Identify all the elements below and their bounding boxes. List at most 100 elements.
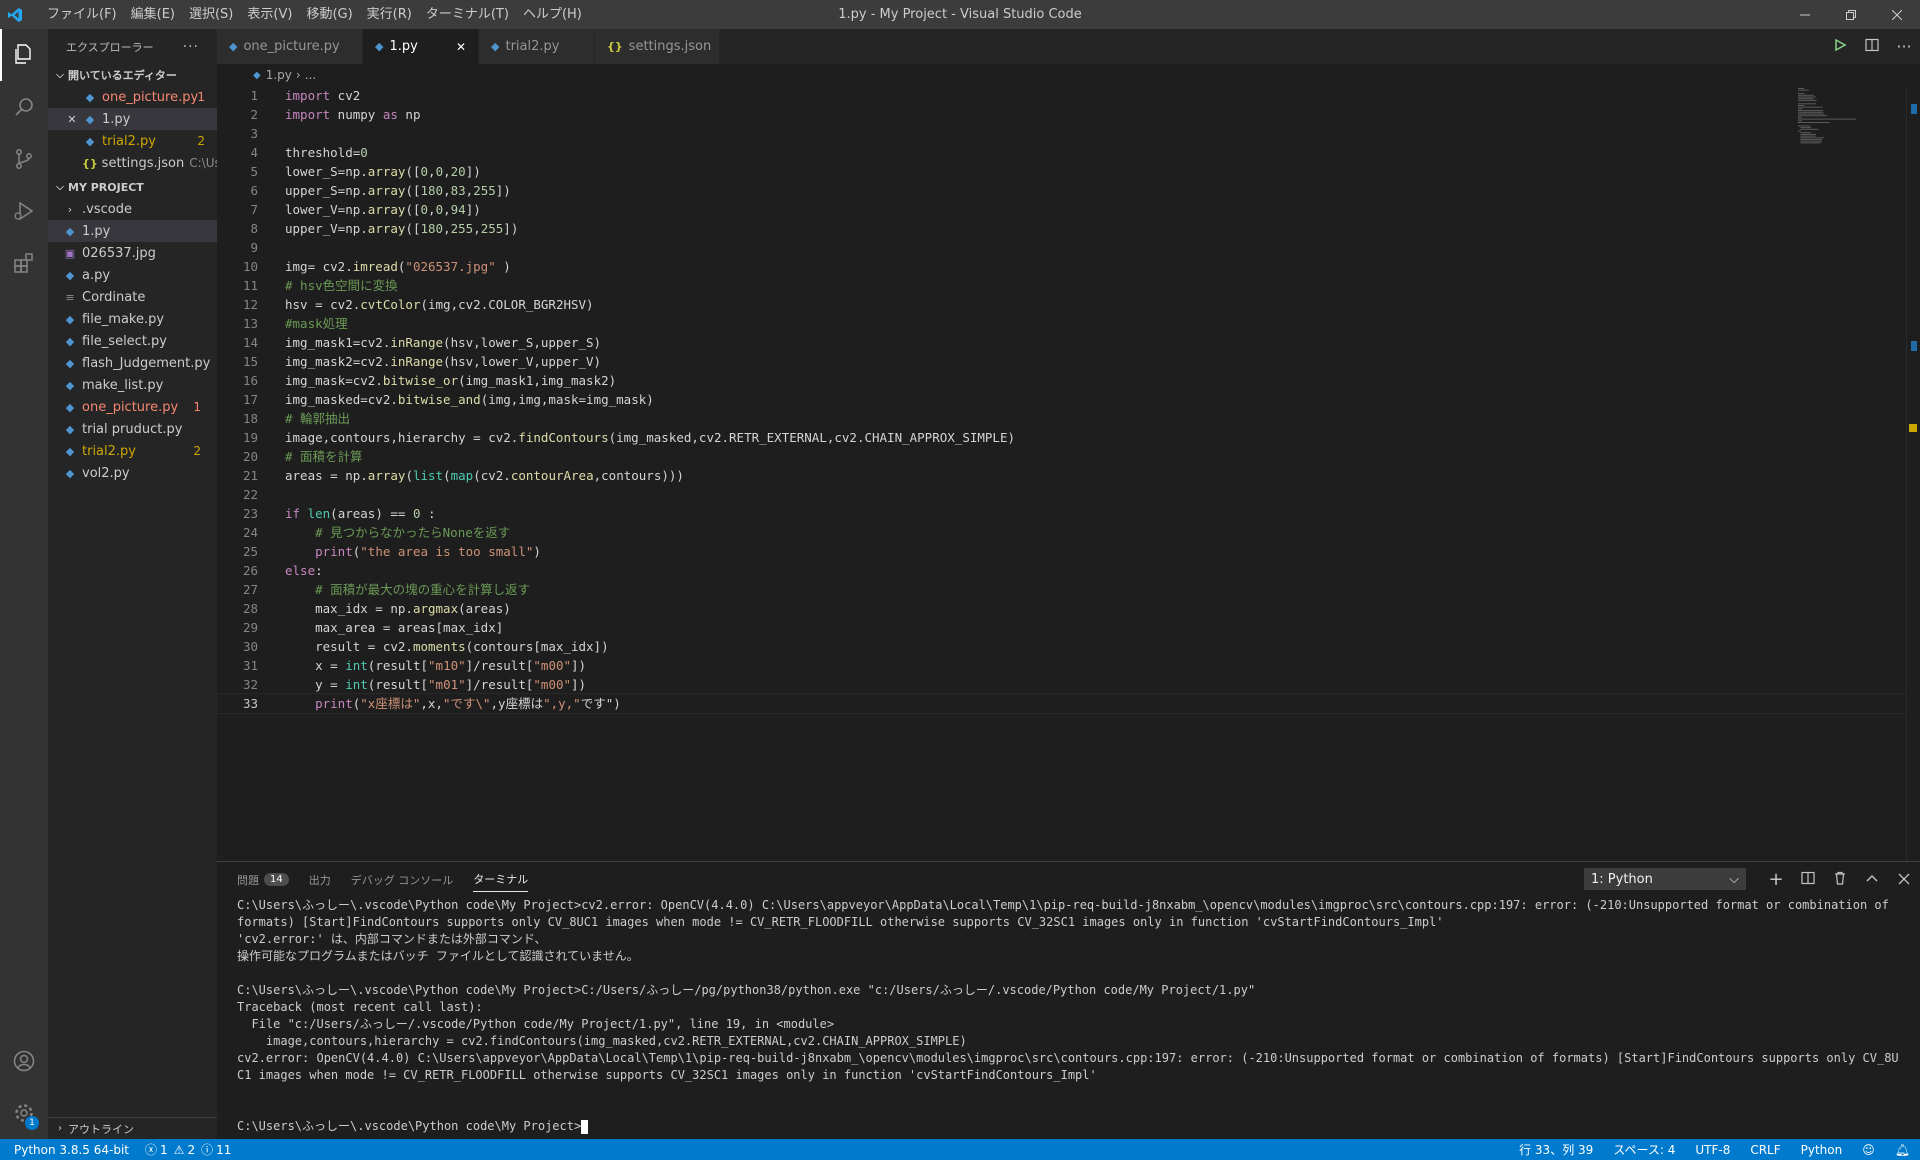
code-line[interactable]: 27 # 面積が最大の塊の重心を計算し返す [217, 580, 1920, 599]
open-editors-section[interactable]: ⌵ 開いているエディター [48, 64, 217, 86]
code-line[interactable]: 23 if len(areas) == 0 : [217, 504, 1920, 523]
language-mode[interactable]: Python [1801, 1143, 1843, 1157]
file-item[interactable]: ◆ vol2.py [48, 462, 217, 484]
file-item[interactable]: ◆ make_list.py [48, 374, 217, 396]
cursor-position[interactable]: 行 33、列 39 [1519, 1141, 1593, 1158]
code-line[interactable]: 9 [217, 238, 1920, 257]
code-line[interactable]: 3 [217, 124, 1920, 143]
project-section[interactable]: ⌵ MY PROJECT [48, 176, 217, 198]
code-line[interactable]: 20 # 面積を計算 [217, 447, 1920, 466]
file-item[interactable]: ≡ Cordinate [48, 286, 217, 308]
file-item[interactable]: ◆ a.py [48, 264, 217, 286]
trash-icon[interactable] [1824, 870, 1856, 889]
menu-terminal[interactable]: ターミナル(T) [419, 0, 516, 29]
file-item[interactable]: ◆ file_make.py [48, 308, 217, 330]
tab-problems[interactable]: 問題 14 [237, 872, 289, 888]
maximize-panel-icon[interactable] [1856, 870, 1888, 889]
menu-view[interactable]: 表示(V) [240, 0, 299, 29]
tab-trial2[interactable]: ◆ trial2.py [479, 29, 595, 64]
search-icon[interactable] [0, 81, 48, 133]
code-line[interactable]: 5 lower_S=np.array([0,0,20]) [217, 162, 1920, 181]
file-item[interactable]: ▣ 026537.jpg [48, 242, 217, 264]
code-line[interactable]: 16 img_mask=cv2.bitwise_or(img_mask1,img_… [217, 371, 1920, 390]
vertical-scrollbar[interactable] [1906, 86, 1920, 861]
code-line[interactable]: 7 lower_V=np.array([0,0,94]) [217, 200, 1920, 219]
minimize-icon[interactable] [1782, 0, 1828, 29]
code-line[interactable]: 12 hsv = cv2.cvtColor(img,cv2.COLOR_BGR2H… [217, 295, 1920, 314]
restore-icon[interactable] [1828, 0, 1874, 29]
breadcrumb-file[interactable]: 1.py [266, 68, 292, 82]
code-line[interactable]: 25 print("the area is too small") [217, 542, 1920, 561]
code-line[interactable]: 22 [217, 485, 1920, 504]
open-editor-item[interactable]: ◆ one_picture.py 1 [48, 86, 217, 108]
encoding[interactable]: UTF-8 [1695, 1143, 1730, 1157]
close-icon[interactable]: ✕ [64, 113, 80, 126]
file-item[interactable]: ◆ 1.py [48, 220, 217, 242]
breadcrumb-symbol[interactable]: ... [305, 68, 316, 82]
file-item[interactable]: ◆ trial2.py 2 [48, 440, 217, 462]
close-panel-icon[interactable] [1888, 870, 1920, 889]
account-icon[interactable] [0, 1035, 48, 1087]
code-line[interactable]: 24 # 見つからなかったらNoneを返す [217, 523, 1920, 542]
code-line[interactable]: 4 threshold=0 [217, 143, 1920, 162]
tab-debug-console[interactable]: デバッグ コンソール [351, 872, 454, 888]
code-line[interactable]: 11 # hsv色空間に変換 [217, 276, 1920, 295]
close-window-icon[interactable] [1874, 0, 1920, 29]
code-line[interactable]: 14 img_mask1=cv2.inRange(hsv,lower_S,uppe… [217, 333, 1920, 352]
menu-file[interactable]: ファイル(F) [40, 0, 124, 29]
code-line[interactable]: 10 img= cv2.imread("026537.jpg" ) [217, 257, 1920, 276]
feedback-icon[interactable]: ☺ [1862, 1143, 1875, 1157]
indentation[interactable]: スペース: 4 [1613, 1141, 1675, 1158]
code-editor[interactable]: 1 import cv2 2 import numpy as np 3 4 threshol… [216, 86, 1920, 861]
menu-go[interactable]: 移動(G) [299, 0, 359, 29]
code-line[interactable]: 1 import cv2 [217, 86, 1920, 105]
extensions-icon[interactable] [0, 237, 48, 289]
code-line[interactable]: 21 areas = np.array(list(map(cv2.contourA… [217, 466, 1920, 485]
code-line[interactable]: 15 img_mask2=cv2.inRange(hsv,lower_V,uppe… [217, 352, 1920, 371]
code-line[interactable]: 31 x = int(result["m10"]/result["m00"]) [217, 656, 1920, 675]
tab-one-picture[interactable]: ◆ one_picture.py [217, 29, 363, 64]
code-line[interactable]: 29 max_area = areas[max_idx] [217, 618, 1920, 637]
split-editor-icon[interactable] [1856, 37, 1888, 56]
source-control-icon[interactable] [0, 133, 48, 185]
code-line[interactable]: 17 img_masked=cv2.bitwise_and(img,img,mas… [217, 390, 1920, 409]
end-of-line[interactable]: CRLF [1750, 1143, 1780, 1157]
file-item[interactable]: ◆ file_select.py [48, 330, 217, 352]
notifications-bell-icon[interactable]: 🔔︎ [1895, 1143, 1910, 1157]
more-actions-icon[interactable]: ··· [1888, 37, 1920, 56]
split-terminal-icon[interactable] [1792, 870, 1824, 889]
code-line[interactable]: 32 y = int(result["m01"]/result["m00"]) [217, 675, 1920, 694]
file-item[interactable]: ◆ flash_Judgement.py [48, 352, 217, 374]
minimap[interactable] [1796, 86, 1906, 146]
tab-terminal[interactable]: ターミナル [473, 871, 529, 892]
code-line[interactable]: 13 #mask処理 [217, 314, 1920, 333]
open-editor-item[interactable]: {} settings.json C:\Us... [48, 152, 217, 174]
problems-summary[interactable]: ⓧ 1 ⚠ 2 ⓘ 11 [145, 1141, 231, 1158]
code-line[interactable]: 26 else: [217, 561, 1920, 580]
tab-settings-json[interactable]: {} settings.json [595, 29, 720, 64]
file-item[interactable]: ◆ trial pruduct.py [48, 418, 217, 440]
run-debug-icon[interactable] [0, 185, 48, 237]
code-line[interactable]: 18 # 輪郭抽出 [217, 409, 1920, 428]
menu-edit[interactable]: 編集(E) [124, 0, 182, 29]
folder-item[interactable]: › .vscode [48, 198, 217, 220]
run-file-icon[interactable] [1824, 37, 1856, 56]
open-editor-item[interactable]: ◆ trial2.py 2 [48, 130, 217, 152]
code-line[interactable]: 33 print("x座標は",x,"です\",y座標は",y,"です") [216, 693, 1920, 714]
explorer-icon[interactable] [0, 29, 48, 81]
menu-run[interactable]: 実行(R) [360, 0, 419, 29]
outline-section[interactable]: › アウトライン [48, 1117, 217, 1139]
close-tab-icon[interactable]: ✕ [456, 40, 466, 54]
new-terminal-icon[interactable]: + [1760, 869, 1792, 890]
menu-help[interactable]: ヘルプ(H) [516, 0, 589, 29]
tab-1-py[interactable]: ◆ 1.py ✕ [363, 29, 479, 64]
python-interpreter[interactable]: Python 3.8.5 64-bit [14, 1143, 129, 1157]
code-line[interactable]: 2 import numpy as np [217, 105, 1920, 124]
code-line[interactable]: 30 result = cv2.moments(contours[max_idx… [217, 637, 1920, 656]
code-line[interactable]: 8 upper_V=np.array([180,255,255]) [217, 219, 1920, 238]
terminal-output[interactable]: C:\Users\ふっしー\.vscode\Python code\My Pro… [217, 897, 1920, 1135]
code-line[interactable]: 19 image,contours,hierarchy = cv2.findCon… [217, 428, 1920, 447]
menu-selection[interactable]: 選択(S) [182, 0, 240, 29]
file-item[interactable]: ◆ one_picture.py 1 [48, 396, 217, 418]
code-line[interactable]: 6 upper_S=np.array([180,83,255]) [217, 181, 1920, 200]
